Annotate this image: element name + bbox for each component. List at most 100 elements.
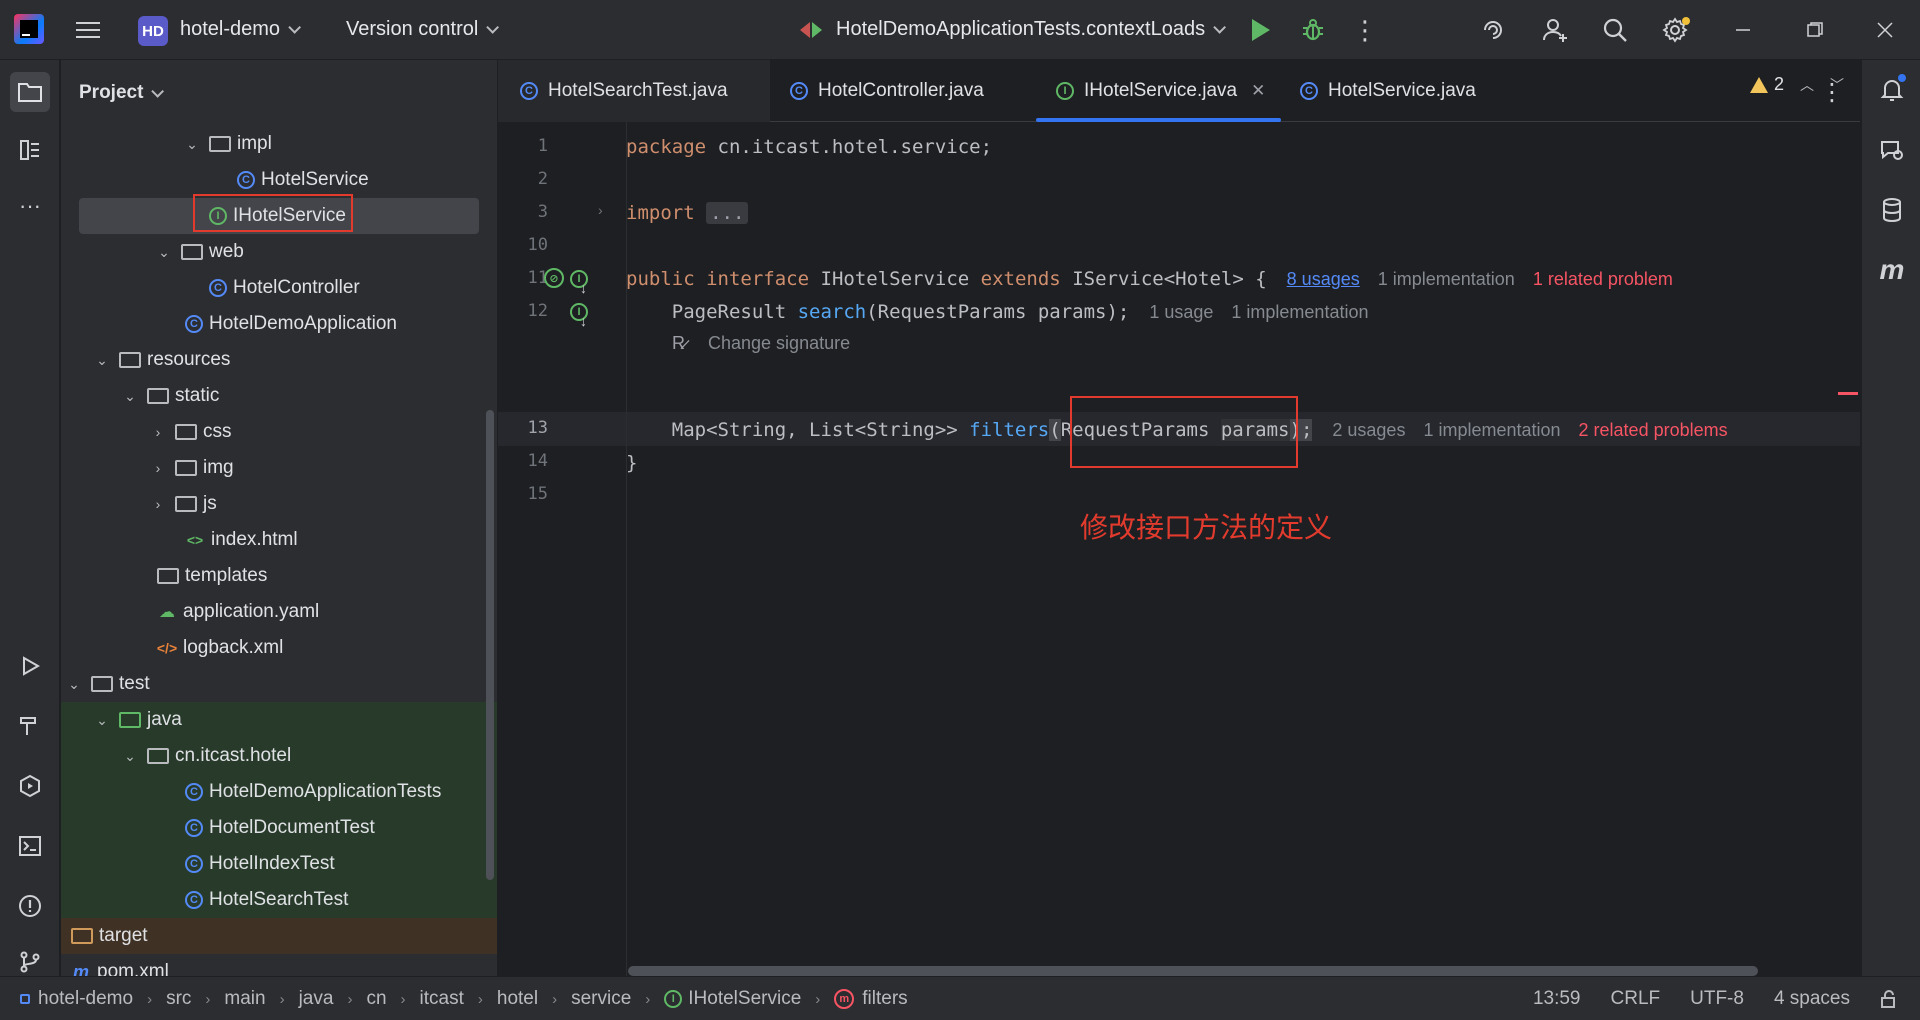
collapsed-arrow-icon[interactable]: ›	[151, 496, 165, 512]
spring-bean-gutter-icon[interactable]: ⊘	[544, 268, 564, 288]
breadcrumb-item[interactable]: hotel-demo	[20, 988, 133, 1010]
run-icon[interactable]	[1246, 15, 1276, 45]
tree-item-hotelservice[interactable]: C HotelService	[61, 162, 497, 198]
tree-item-hoteldemoapplication[interactable]: C HotelDemoApplication	[61, 306, 497, 342]
implementation-hint[interactable]: 1 implementation	[1378, 269, 1515, 289]
search-icon[interactable]	[1600, 15, 1630, 45]
version-control-menu[interactable]: Version control	[346, 18, 500, 41]
tree-item-static[interactable]: ⌄ static	[61, 378, 497, 414]
database-icon[interactable]	[1872, 190, 1912, 230]
tree-item-js[interactable]: › js	[61, 486, 497, 522]
expanded-arrow-icon[interactable]: ⌄	[67, 676, 81, 693]
tree-item-img[interactable]: › img	[61, 450, 497, 486]
breadcrumb-item[interactable]: cn	[366, 988, 386, 1010]
more-actions-icon[interactable]: ⋮	[1350, 15, 1380, 45]
error-stripe-marker[interactable]	[1838, 392, 1858, 395]
usages-hint-link[interactable]: 8 usages	[1287, 269, 1360, 289]
project-folder-icon[interactable]	[10, 72, 50, 112]
tree-item-cn-itcast-hotel[interactable]: ⌄ cn.itcast.hotel	[61, 738, 497, 774]
tree-item-hoteldocumenttest[interactable]: C HotelDocumentTest	[61, 810, 497, 846]
folded-imports[interactable]: ...	[706, 202, 749, 224]
related-problem-hint[interactable]: 1 related problem	[1533, 269, 1673, 289]
close-tab-icon[interactable]: ✕	[1251, 81, 1265, 101]
implementation-hint[interactable]: 1 implementation	[1231, 302, 1368, 322]
fold-expand-icon[interactable]: ›	[598, 202, 603, 218]
maven-tool-icon[interactable]: m	[1872, 250, 1912, 290]
tree-item-web[interactable]: ⌄ web	[61, 234, 497, 270]
line-ending-selector[interactable]: CRLF	[1611, 988, 1661, 1010]
project-badge[interactable]: HD	[138, 16, 168, 46]
encoding-selector[interactable]: UTF-8	[1690, 988, 1744, 1010]
tree-item-templates[interactable]: templates	[61, 558, 497, 594]
tree-item-hoteldemoapplicationtests[interactable]: C HotelDemoApplicationTests	[61, 774, 497, 810]
terminal-icon[interactable]	[10, 826, 50, 866]
add-user-icon[interactable]	[1540, 15, 1570, 45]
notifications-bell-icon[interactable]	[1872, 70, 1912, 110]
problems-icon[interactable]	[10, 886, 50, 926]
implementation-hint[interactable]: 1 implementation	[1423, 420, 1560, 440]
tree-item-pom-xml[interactable]: m pom.xml	[61, 954, 497, 976]
tree-item-resources[interactable]: ⌄ resources	[61, 342, 497, 378]
intellij-logo-icon[interactable]	[14, 14, 44, 44]
tree-item-test[interactable]: ⌄ test	[61, 666, 497, 702]
expanded-arrow-icon[interactable]: ⌄	[123, 748, 137, 765]
services-icon[interactable]	[10, 766, 50, 806]
structure-icon[interactable]	[10, 130, 50, 170]
close-window-icon[interactable]	[1870, 15, 1900, 45]
run-configuration-selector[interactable]: HotelDemoApplicationTests.contextLoads	[800, 18, 1227, 41]
ai-chat-icon[interactable]	[1872, 130, 1912, 170]
horizontal-scrollbar[interactable]	[628, 966, 1758, 976]
tree-item-hotelindextest[interactable]: C HotelIndexTest	[61, 846, 497, 882]
caret-position[interactable]: 13:59	[1533, 988, 1581, 1010]
tree-item-target[interactable]: target	[61, 918, 497, 954]
main-menu-icon[interactable]	[74, 16, 102, 44]
breadcrumb-item[interactable]: hotel	[497, 988, 538, 1010]
tree-item-hotelsearchtest[interactable]: C HotelSearchTest	[61, 882, 497, 918]
previous-highlight-icon[interactable]: ︿	[1800, 75, 1814, 95]
restore-icon[interactable]	[1800, 15, 1830, 45]
minimize-icon[interactable]	[1728, 15, 1758, 45]
expanded-arrow-icon[interactable]: ⌄	[157, 244, 171, 261]
expanded-arrow-icon[interactable]: ⌄	[185, 136, 199, 153]
breadcrumb-item[interactable]: service	[571, 988, 631, 1010]
more-tools-icon[interactable]: ···	[10, 186, 50, 226]
code-editor[interactable]: package cn.itcast.hotel.service; import …	[624, 122, 1860, 976]
project-scrollbar[interactable]	[486, 410, 494, 880]
breadcrumb-item[interactable]: itcast	[420, 988, 464, 1010]
breadcrumb-item[interactable]: java	[299, 988, 334, 1010]
expanded-arrow-icon[interactable]: ⌄	[95, 352, 109, 369]
breadcrumb-item[interactable]: m filters	[834, 988, 908, 1010]
tree-item-hotelcontroller[interactable]: C HotelController	[61, 270, 497, 306]
expanded-arrow-icon[interactable]: ⌄	[95, 712, 109, 729]
tree-item-test-java[interactable]: ⌄ java	[61, 702, 497, 738]
breadcrumb-item[interactable]: I IHotelService	[664, 988, 801, 1010]
collapsed-arrow-icon[interactable]: ›	[151, 424, 165, 440]
tree-item-logback-xml[interactable]: </> logback.xml	[61, 630, 497, 666]
tab-hotelsearchtest[interactable]: C HotelSearchTest.java	[498, 60, 770, 122]
project-selector[interactable]: hotel-demo	[180, 18, 302, 41]
breadcrumb-item[interactable]: src	[166, 988, 191, 1010]
run-tool-icon[interactable]	[10, 646, 50, 686]
debug-icon[interactable]	[1298, 15, 1328, 45]
tree-item-index-html[interactable]: <> index.html	[61, 522, 497, 558]
collapsed-arrow-icon[interactable]: ›	[151, 460, 165, 476]
expanded-arrow-icon[interactable]: ⌄	[123, 388, 137, 405]
usages-hint[interactable]: 1 usage	[1149, 302, 1213, 322]
change-signature-hint[interactable]: R̷ Change signature	[672, 328, 850, 358]
build-hammer-icon[interactable]	[10, 706, 50, 746]
breadcrumb-item[interactable]: main	[224, 988, 265, 1010]
related-problems-hint[interactable]: 2 related problems	[1579, 420, 1728, 440]
next-highlight-icon[interactable]: ﹀	[1830, 75, 1844, 95]
tree-item-application-yaml[interactable]: ☁ application.yaml	[61, 594, 497, 630]
tab-ihotelservice[interactable]: I IHotelService.java ✕	[1036, 60, 1282, 122]
inspection-widget[interactable]: 2 ︿ ﹀	[1749, 74, 1844, 95]
tree-item-impl[interactable]: ⌄ impl	[61, 126, 497, 162]
usages-hint[interactable]: 2 usages	[1332, 420, 1405, 440]
tree-item-css[interactable]: › css	[61, 414, 497, 450]
read-only-lock-icon[interactable]	[1880, 990, 1900, 1008]
settings-gear-icon[interactable]	[1660, 15, 1690, 45]
tab-hotelservice[interactable]: C HotelService.java	[1300, 60, 1476, 122]
editor-gutter[interactable]: 1 2 3 › 10 11 ⊘ I ↓ 12 I ↓ 13 14 15	[498, 122, 624, 976]
project-panel-header[interactable]: Project	[79, 82, 165, 104]
ai-assistant-icon[interactable]	[1478, 15, 1508, 45]
